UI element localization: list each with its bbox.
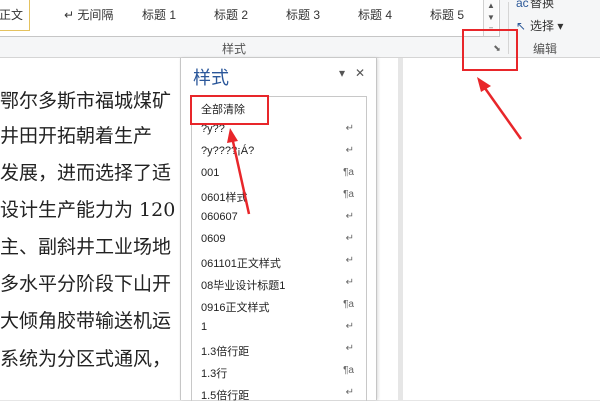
style-item[interactable]: 1.3倍行距 ↵ — [192, 339, 364, 361]
style-item[interactable]: 061101正文样式 ↵ — [192, 251, 364, 273]
styles-pane-title: 样式 — [193, 68, 229, 88]
style-item-name: 001 — [201, 167, 220, 179]
paragraph-mark-icon: ↵ — [345, 343, 354, 354]
linked-style-icon: ¶a — [343, 299, 354, 310]
editing-group-label: 编辑 — [533, 42, 558, 56]
paragraph-mark-icon: ↵ — [345, 123, 354, 134]
doc-line: 系统为分区式通风， — [0, 348, 172, 370]
paragraph-mark-icon: ↵ — [345, 277, 354, 288]
replace-button[interactable]: ac替换 — [516, 0, 554, 11]
linked-style-icon: ¶a — [343, 167, 354, 178]
style-tile-heading1[interactable]: 标题 1 — [142, 0, 176, 30]
style-tile-heading2[interactable]: 标题 2 — [214, 0, 248, 30]
replace-label: 替换 — [530, 0, 555, 10]
style-item-name: 08毕业设计标题1 — [201, 280, 286, 292]
style-tile-heading5[interactable]: 标题 5 — [430, 0, 464, 30]
styles-list[interactable]: 全部清除 ?y?? ↵ ?y????¡Á? ↵ 001 ¶a 0601样式 ¶a 060… — [191, 96, 367, 401]
style-item-name: ?y????¡Á? — [201, 145, 255, 157]
style-item[interactable]: 0609 ↵ — [192, 229, 364, 251]
style-tile-heading4[interactable]: 标题 4 — [358, 0, 392, 30]
linked-style-icon: ¶a — [343, 189, 354, 200]
close-icon[interactable]: ✕ — [355, 66, 365, 80]
doc-line: 主、副斜井工业场地 — [0, 236, 172, 258]
style-item[interactable]: 060607 ↵ — [192, 207, 364, 229]
clear-all-highlight-box — [190, 95, 269, 125]
paragraph-mark-icon: ↵ — [345, 255, 354, 266]
style-item-name: 0609 — [201, 233, 226, 245]
styles-group-label: 样式 — [222, 42, 247, 56]
style-item-name: 060607 — [201, 211, 238, 223]
select-button[interactable]: ↖ 选择 ▾ — [516, 17, 563, 34]
style-tile-normal[interactable]: 正文 — [0, 0, 31, 31]
style-gallery: 正文 ↵ 无间隔 标题 1 标题 2 标题 3 标题 4 标题 5 ▲ ▼ ≡ — [0, 0, 500, 37]
next-page[interactable] — [403, 58, 600, 400]
paragraph-mark-icon: ↵ — [345, 145, 354, 156]
doc-line: 鄂尔多斯市福城煤矿 — [0, 90, 172, 112]
style-item[interactable]: 1 ↵ — [192, 317, 364, 339]
style-item[interactable]: 1.3行 ¶a — [192, 361, 364, 383]
launcher-highlight-box — [462, 29, 518, 71]
style-item-name: 0916正文样式 — [201, 302, 270, 314]
paragraph-mark-icon: ↵ — [345, 321, 354, 332]
style-item[interactable]: 001 ¶a — [192, 163, 364, 185]
doc-line: 井田开拓朝着生产 — [0, 125, 153, 147]
style-item[interactable]: 1.5倍行距 ↵ — [192, 383, 364, 401]
paragraph-mark-icon: ↵ — [345, 211, 354, 222]
style-tile-heading3[interactable]: 标题 3 — [286, 0, 320, 30]
style-item-name: 1 — [201, 321, 208, 333]
gallery-scroll-up-icon[interactable]: ▲ — [484, 0, 498, 12]
style-tile-no-spacing[interactable]: ↵ 无间隔 — [64, 0, 113, 30]
doc-line: 多水平分阶段下山开 — [0, 273, 172, 295]
style-item-name: 1.3行 — [201, 368, 228, 380]
linked-style-icon: ¶a — [343, 365, 354, 376]
gallery-scroll-down-icon[interactable]: ▼ — [484, 12, 498, 24]
paragraph-mark-icon: ↵ — [345, 233, 354, 244]
doc-line: 设计生产能力为 120 — [0, 199, 176, 221]
style-item-name: 0601样式 — [201, 192, 248, 204]
select-label: 选择 ▾ — [530, 19, 564, 33]
style-item-name: 1.5倍行距 — [201, 390, 250, 401]
style-item[interactable]: 08毕业设计标题1 ↵ — [192, 273, 364, 295]
style-item-name: 1.3倍行距 — [201, 346, 250, 358]
paragraph-mark-icon: ↵ — [345, 387, 354, 398]
replace-icon: ac — [516, 0, 529, 10]
pane-options-icon[interactable]: ▾ — [339, 66, 345, 80]
doc-line: 大倾角胶带输送机运 — [0, 310, 172, 332]
style-item[interactable]: 0916正文样式 ¶a — [192, 295, 364, 317]
select-cursor-icon: ↖ — [516, 19, 527, 33]
doc-line: 发展，进而选择了适 — [0, 162, 172, 184]
style-item[interactable]: ?y????¡Á? ↵ — [192, 141, 364, 163]
style-item-name: 061101正文样式 — [201, 258, 281, 270]
style-item[interactable]: 0601样式 ¶a — [192, 185, 364, 207]
